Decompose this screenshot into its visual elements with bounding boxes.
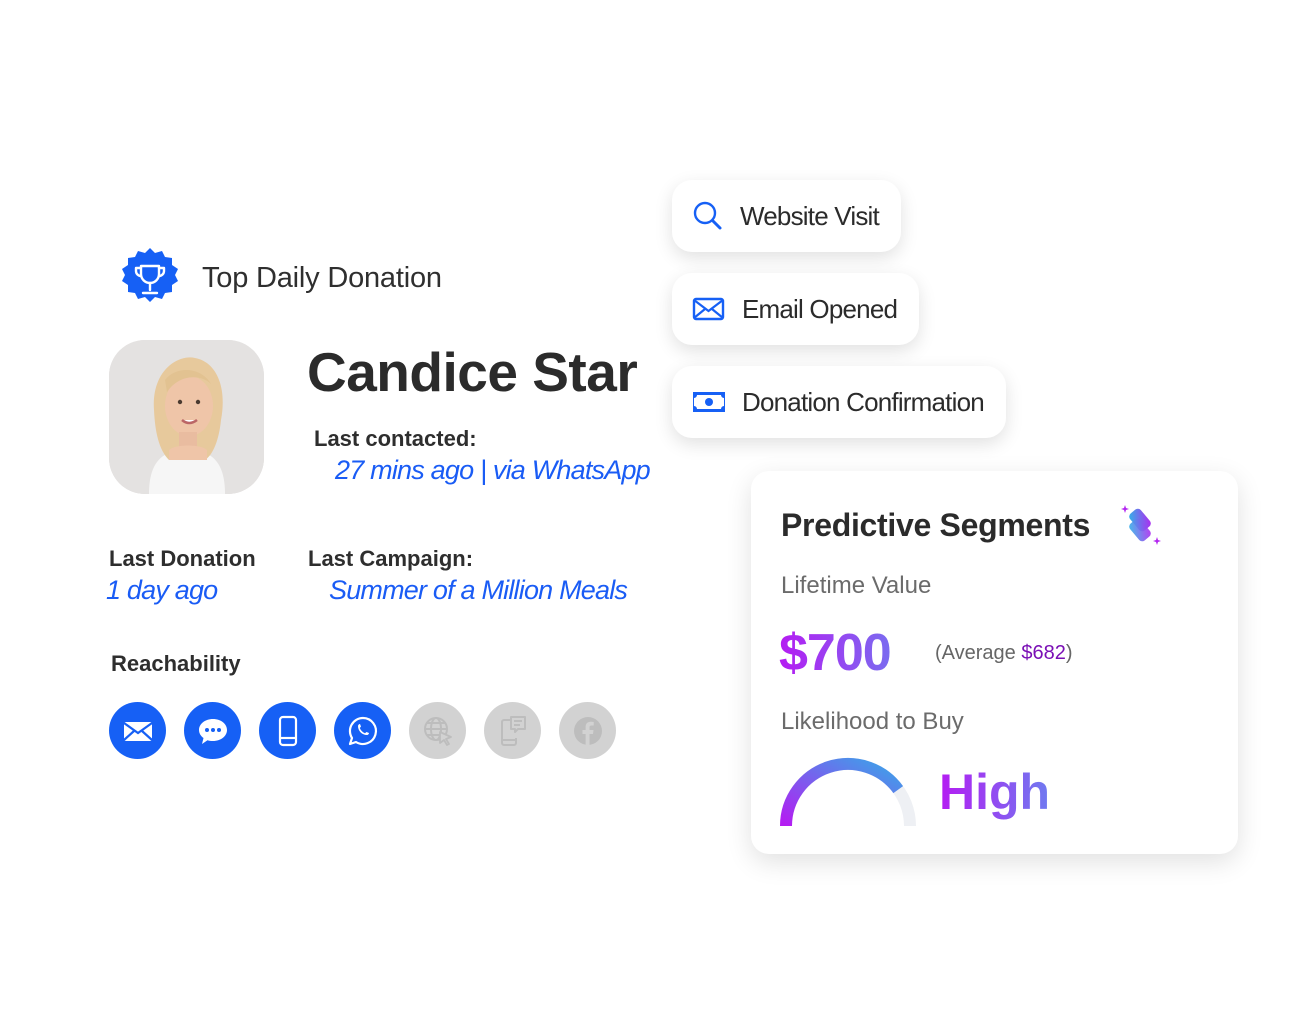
trophy-icon — [122, 248, 178, 302]
activity-label: Donation Confirmation — [742, 386, 985, 417]
channel-facebook[interactable] — [559, 702, 616, 759]
gauge-track — [780, 758, 916, 827]
sparkle-segments-icon — [1119, 503, 1163, 547]
badge-title: Top Daily Donation — [202, 262, 442, 294]
reachability-label: Reachability — [111, 651, 241, 676]
reachability-channels — [109, 702, 616, 759]
average-value: (Average $682) — [935, 642, 1073, 665]
last-donation-label: Last Donation — [109, 546, 256, 571]
avatar-photo — [109, 340, 264, 494]
top-donation-badge — [116, 246, 184, 314]
last-contacted-value: 27 mins ago | via WhatsApp — [335, 455, 651, 485]
likelihood-gauge — [779, 756, 917, 828]
phone-message-icon — [500, 715, 526, 746]
chat-bubble-icon — [198, 718, 227, 744]
average-prefix: (Average — [935, 642, 1022, 664]
mobile-phone-icon — [278, 715, 297, 746]
last-contacted-label: Last contacted: — [314, 426, 477, 451]
facebook-icon — [573, 716, 602, 745]
channel-mobile[interactable] — [259, 702, 316, 759]
last-campaign-label: Last Campaign: — [308, 546, 474, 571]
contact-name: Candice Star — [307, 341, 638, 403]
envelope-icon — [692, 297, 725, 321]
channel-whatsapp[interactable] — [334, 702, 391, 759]
channel-email[interactable] — [109, 702, 166, 759]
channel-sms[interactable] — [184, 702, 241, 759]
predictive-segments-card: Predictive Segments Lifetime Value $700 … — [751, 471, 1238, 854]
likelihood-value: High — [939, 764, 1051, 820]
activity-donation-confirmation[interactable]: Donation Confirmation — [672, 366, 1006, 438]
average-amount: $682 — [1021, 642, 1066, 664]
activity-label: Email Opened — [742, 293, 898, 324]
channel-web[interactable] — [409, 702, 466, 759]
average-suffix: ) — [1065, 642, 1073, 664]
activity-email-opened[interactable]: Email Opened — [672, 273, 920, 345]
globe-cursor-icon — [423, 716, 452, 746]
cash-icon — [693, 392, 725, 412]
last-donation-value: 1 day ago — [106, 575, 218, 605]
gauge-fill — [780, 757, 904, 827]
likelihood-label: Likelihood to Buy — [781, 708, 964, 735]
activity-website-visit[interactable]: Website Visit — [672, 180, 901, 252]
lifetime-value-label: Lifetime Value — [781, 572, 932, 599]
search-icon — [693, 201, 722, 230]
lifetime-value: $700 — [779, 624, 892, 682]
card-title: Predictive Segments — [781, 507, 1091, 543]
last-campaign-value[interactable]: Summer of a Million Meals — [329, 575, 628, 606]
channel-in-app[interactable] — [484, 702, 541, 759]
whatsapp-icon — [348, 716, 377, 745]
email-icon — [122, 721, 153, 741]
activity-label: Website Visit — [740, 200, 880, 231]
avatar — [109, 340, 264, 494]
